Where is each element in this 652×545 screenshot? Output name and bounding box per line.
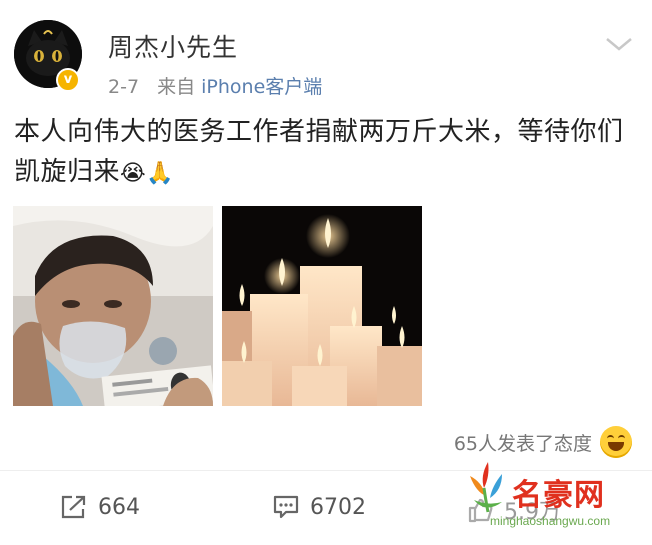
site-logo-icon (470, 462, 502, 513)
post-image-candles[interactable] (222, 206, 422, 406)
verified-badge-icon: v (56, 68, 80, 92)
repost-button[interactable]: 664 (60, 494, 140, 520)
post-image-patient[interactable] (13, 206, 213, 406)
username[interactable]: 周杰小先生 (108, 28, 238, 64)
post-text: 本人向伟大的医务工作者捐献两万斤大米，等待你们凯旋归来😭🙏 (14, 112, 634, 194)
site-url: minghaoshangwu.com (490, 514, 611, 528)
chevron-down-icon[interactable] (604, 34, 634, 54)
post-source[interactable]: iPhone客户端 (201, 76, 322, 98)
weibo-post: v 周杰小先生 2-7 来自 iPhone客户端 本人向伟大的医务工作者捐献两万… (0, 0, 652, 545)
candles-photo-icon (222, 206, 422, 406)
post-meta: 2-7 来自 iPhone客户端 (108, 72, 322, 99)
smile-emoji-icon (600, 426, 632, 458)
reactions-text: 65人发表了态度 (453, 432, 592, 455)
post-time: 2-7 (108, 76, 140, 98)
comment-button[interactable]: 6702 (272, 494, 366, 520)
source-prefix: 来自 (157, 76, 196, 98)
emoji-cry-pray-icon: 😭🙏 (120, 161, 175, 186)
repost-count: 664 (98, 494, 140, 520)
site-watermark: 名豪网 minghaoshangwu.com (462, 456, 652, 540)
reactions-summary[interactable]: 65人发表了态度 (454, 426, 632, 458)
share-icon (61, 495, 86, 519)
site-title: 名豪网 (512, 478, 605, 513)
comment-icon (273, 495, 299, 519)
comment-count: 6702 (310, 494, 366, 520)
post-text-content: 本人向伟大的医务工作者捐献两万斤大米，等待你们凯旋归来 (14, 117, 624, 187)
patient-photo-icon (13, 206, 213, 406)
